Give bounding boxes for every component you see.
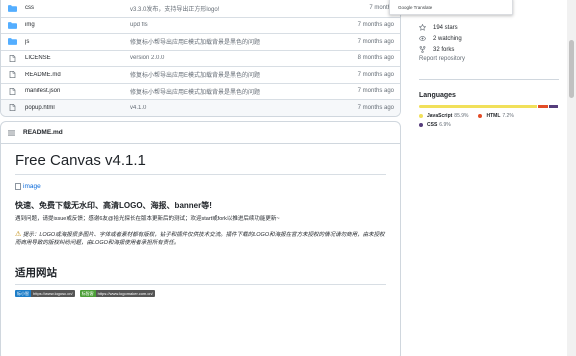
file-row-css[interactable]: css v3.3.0发布，支持导出正方形logo! 7 months <box>1 0 400 17</box>
list-icon[interactable] <box>8 129 15 136</box>
languages-heading: Languages <box>419 92 456 99</box>
watching-count[interactable]: 2 watching <box>433 36 462 42</box>
language-percent: 85.9% <box>454 113 469 119</box>
broken-image-icon <box>15 183 21 190</box>
commit-message[interactable]: 修复标小帮导出应用E模式加载背景是黑色的问题 <box>130 70 338 79</box>
language-name: HTML <box>486 113 501 119</box>
language-name: CSS <box>427 122 438 128</box>
commit-age: 7 months ago <box>357 38 394 45</box>
file-name[interactable]: popup.html <box>25 105 130 111</box>
commit-age: 7 months ago <box>357 22 394 29</box>
language-css[interactable]: CSS 6.9% <box>419 122 451 128</box>
commit-message[interactable]: version 2.0.0 <box>130 55 338 61</box>
language-bar-segment <box>537 105 548 108</box>
language-list: JavaScript 85.9% HTML 7.2% CSS 6.9% <box>419 113 559 128</box>
warning-icon: ⚠ <box>15 230 22 238</box>
file-name[interactable]: js <box>25 39 130 45</box>
file-row-popup[interactable]: popup.html v4.1.0 7 months ago <box>1 99 400 116</box>
badge-logosc[interactable]: 标小智 https://www.logosc.cn/ <box>15 289 75 297</box>
file-row-manifest[interactable]: manifest.json 修复标小帮导出应用E模式加载背景是黑色的问题 7 m… <box>1 82 400 100</box>
commit-message[interactable]: v4.1.0 <box>130 105 338 111</box>
badge-label: 标小智 <box>15 289 31 297</box>
readme-header: README.md <box>1 122 400 144</box>
file-name[interactable]: manifest.json <box>25 88 130 94</box>
fork-icon <box>419 46 427 53</box>
language-name: JavaScript <box>427 113 453 119</box>
commit-message[interactable]: 修复标小帮导出应用E模式加载背景是黑色的问题 <box>130 37 338 46</box>
language-javascript[interactable]: JavaScript 85.9% <box>419 113 468 119</box>
commit-message[interactable]: v3.3.0发布，支持导出正方形logo! <box>130 4 338 13</box>
readme-paragraph: 遇到问题，请提issue或反馈；感谢6友@拾光探长在版本更新后的测试；欢迎sta… <box>15 216 280 222</box>
badge-logomaker[interactable]: 标智客 https://www.logomaker.com.cn/ <box>79 289 155 297</box>
commit-age: 7 months ago <box>357 71 394 78</box>
repo-sidebar: 194 stars 2 watching 32 forks Report rep… <box>419 0 559 128</box>
language-bar-segment <box>419 105 537 108</box>
image-alt-text[interactable]: image <box>23 183 41 190</box>
commit-message[interactable]: 修复标小帮导出应用E模式加载背景是黑色的问题 <box>130 87 338 96</box>
folder-icon <box>8 4 17 12</box>
folder-icon <box>8 21 17 29</box>
readme-filename[interactable]: README.md <box>23 129 63 136</box>
language-dot <box>478 114 483 118</box>
readme-warning: ⚠ 提示：LOGO或海报很多图片、字体或者素材都有版权，钻子和插件仅供技术交流。… <box>15 231 386 247</box>
file-name[interactable]: css <box>25 5 130 11</box>
file-icon <box>8 71 17 79</box>
badge-url: https://www.logomaker.com.cn/ <box>95 289 155 297</box>
language-bar <box>419 105 559 108</box>
stars-count[interactable]: 194 stars <box>433 25 458 31</box>
badge-list: 标小智 https://www.logosc.cn/ 标智客 https://w… <box>15 289 386 297</box>
language-dot <box>419 123 423 127</box>
file-row-readme[interactable]: README.md 修复标小帮导出应用E模式加载背景是黑色的问题 7 month… <box>1 66 400 83</box>
language-bar-segment <box>548 105 558 108</box>
file-name[interactable]: README.md <box>25 72 130 78</box>
language-percent: 7.2% <box>502 113 514 119</box>
forks-count[interactable]: 32 forks <box>433 47 454 53</box>
readme-panel: README.md Free Canvas v4.1.1 image 快速、免费… <box>0 121 401 356</box>
readme-section-title: 适用网站 <box>15 265 386 285</box>
report-repository-link[interactable]: Report repository <box>419 56 559 62</box>
language-dot <box>419 114 423 118</box>
stars-link[interactable]: 194 stars <box>419 22 559 33</box>
readme-subtitle: 快速、免费下载无水印、高清LOGO、海报、banner等! <box>15 201 212 210</box>
file-icon <box>8 87 17 95</box>
file-list: css v3.3.0发布，支持导出正方形logo! 7 months img u… <box>0 0 401 117</box>
file-row-img[interactable]: img upd fls 7 months ago <box>1 16 400 34</box>
file-name[interactable]: img <box>25 22 130 28</box>
badge-url: https://www.logosc.cn/ <box>31 289 75 297</box>
file-row-js[interactable]: js 修复标小帮导出应用E模式加载背景是黑色的问题 7 months ago <box>1 33 400 50</box>
readme-image[interactable]: image <box>15 183 386 190</box>
eye-icon <box>419 35 427 42</box>
warning-text: 提示：LOGO或海报很多图片、字体或者素材都有版权，钻子和插件仅供技术交流。插件… <box>15 231 385 246</box>
folder-icon <box>8 38 17 46</box>
commit-age: 7 months ago <box>357 88 394 95</box>
google-translate-label[interactable]: Google Translate <box>398 5 432 10</box>
forks-link[interactable]: 32 forks <box>419 44 559 55</box>
readme-title: Free Canvas v4.1.1 <box>15 152 386 175</box>
watching-link[interactable]: 2 watching <box>419 33 559 44</box>
file-name[interactable]: LICENSE <box>25 55 130 61</box>
language-percent: 6.9% <box>439 122 451 128</box>
sidebar-divider <box>419 79 559 80</box>
commit-age: 8 months ago <box>357 55 394 62</box>
scrollbar-thumb[interactable] <box>569 40 574 98</box>
language-html[interactable]: HTML 7.2% <box>478 113 514 119</box>
commit-age: 7 months ago <box>357 104 394 111</box>
star-icon <box>419 24 427 31</box>
file-row-license[interactable]: LICENSE version 2.0.0 8 months ago <box>1 49 400 67</box>
file-icon <box>8 104 17 112</box>
commit-message[interactable]: upd fls <box>130 22 338 28</box>
badge-label: 标智客 <box>79 289 96 297</box>
file-icon <box>8 54 17 62</box>
google-translate-popup[interactable]: Google Translate <box>389 0 513 15</box>
